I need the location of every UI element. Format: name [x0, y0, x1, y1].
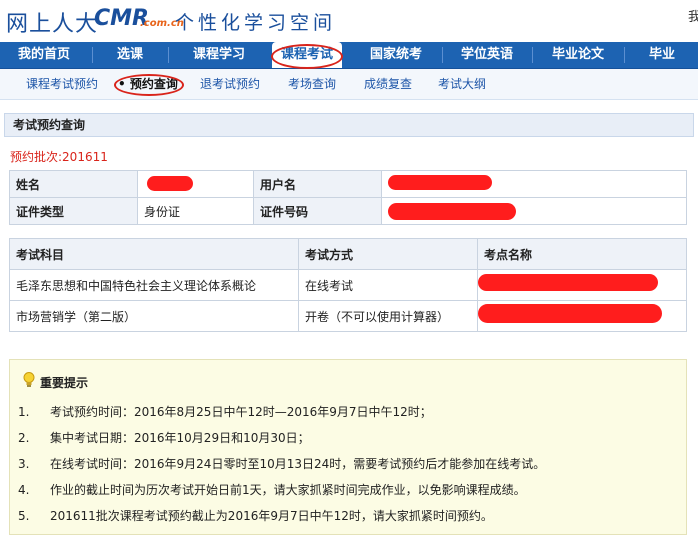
subnav-exam-booking[interactable]: 课程考试预约 — [26, 69, 98, 99]
nav-separator — [168, 47, 169, 63]
nav-item-national-exam[interactable]: 国家统考 — [356, 42, 436, 68]
exam-method: 在线考试 — [298, 269, 478, 301]
sub-nav: 课程考试预约 • 预约查询 退考试预约 考场查询 成绩复查 考试大纲 — [0, 69, 698, 100]
subnav-score-review[interactable]: 成绩复查 — [364, 69, 412, 99]
notice-item-number: 5. — [18, 509, 30, 523]
subnav-exam-room-query[interactable]: 考场查询 — [288, 69, 336, 99]
section-header: 考试预约查询 — [4, 113, 694, 137]
section-title: 考试预约查询 — [13, 118, 86, 132]
logo-slogan: 个性化学习空间 — [175, 12, 337, 34]
notice-item-text: 在线考试时间：2016年9月24日零时至10月13日24时，需要考试预约后才能参… — [50, 457, 546, 471]
subnav-cancel-booking[interactable]: 退考试预约 — [200, 69, 260, 99]
notice-item-text: 作业的截止时间为历次考试开始日前1天，请大家抓紧时间完成作业，以免影响课程成绩。 — [50, 483, 526, 497]
id-number-label: 证件号码 — [253, 197, 382, 225]
name-label: 姓名 — [9, 170, 138, 198]
notice-item-text: 201611批次课程考试预约截止为2016年9月7日中午12时，请大家抓紧时间预… — [50, 509, 493, 523]
redaction-mark — [388, 203, 516, 220]
col-method: 考试方式 — [298, 238, 478, 270]
notice-item-number: 1. — [18, 405, 30, 419]
nav-item-graduation[interactable]: 毕业 — [632, 42, 692, 68]
nav-separator — [442, 47, 443, 63]
notice-item: 5. 201611批次课程考试预约截止为2016年9月7日中午12时，请大家抓紧时… — [18, 507, 493, 524]
notice-item-number: 2. — [18, 431, 30, 445]
redaction-mark — [478, 274, 658, 291]
header-user-link[interactable]: 我 — [688, 6, 698, 25]
table-header-row: 考试科目 考试方式 考点名称 — [9, 238, 687, 270]
notice-item-number: 4. — [18, 483, 30, 497]
notice-item-text: 考试预约时间：2016年8月25日中午12时—2016年9月7日中午12时； — [50, 405, 432, 419]
notice-item: 1. 考试预约时间：2016年8月25日中午12时—2016年9月7日中午12时； — [18, 403, 432, 420]
exam-subject: 毛泽东思想和中国特色社会主义理论体系概论 — [9, 269, 299, 301]
site-header: 网上人大 CMR .com.cn 个性化学习空间 我 — [0, 0, 698, 42]
nav-item-course-select[interactable]: 选课 — [102, 42, 158, 68]
notice-title: 重要提示 — [40, 376, 89, 390]
highlight-circle — [271, 44, 343, 69]
nav-separator — [532, 47, 533, 63]
table-row: 姓名 用户名 — [9, 170, 687, 198]
exam-subject: 市场营销学（第二版） — [9, 300, 299, 332]
col-subject: 考试科目 — [9, 238, 299, 270]
notice-item: 2. 集中考试日期：2016年10月29日和10月30日； — [18, 429, 310, 446]
notice-item: 3. 在线考试时间：2016年9月24日零时至10月13日24时，需要考试预约后才… — [18, 455, 545, 472]
username-label: 用户名 — [253, 170, 382, 198]
redaction-mark — [478, 304, 662, 323]
id-type-label: 证件类型 — [9, 197, 138, 225]
nav-item-home[interactable]: 我的首页 — [6, 42, 82, 68]
nav-item-course-study[interactable]: 课程学习 — [178, 42, 260, 68]
subnav-exam-syllabus[interactable]: 考试大纲 — [438, 69, 486, 99]
main-nav: 我的首页 选课 课程学习 课程考试 国家统考 学位英语 毕业论文 毕业 — [0, 42, 698, 69]
lightbulb-icon — [23, 372, 35, 387]
highlight-circle — [114, 74, 184, 96]
col-site: 考点名称 — [477, 238, 687, 270]
nav-separator — [624, 47, 625, 63]
notice-item-text: 集中考试日期：2016年10月29日和10月30日； — [50, 431, 310, 445]
logo-text: 网上人大 — [6, 12, 99, 37]
id-type-value: 身份证 — [137, 197, 254, 225]
notice-item-number: 3. — [18, 457, 30, 471]
batch-label: 预约批次:201611 — [10, 150, 108, 164]
redaction-mark — [147, 176, 193, 191]
nav-separator — [92, 47, 93, 63]
nav-item-degree-english[interactable]: 学位英语 — [448, 42, 526, 68]
nav-item-thesis[interactable]: 毕业论文 — [536, 42, 620, 68]
table-row: 证件类型 身份证 证件号码 — [9, 197, 687, 225]
notice-item: 4. 作业的截止时间为历次考试开始日前1天，请大家抓紧时间完成作业，以免影响课程成… — [18, 481, 526, 498]
redaction-mark — [388, 175, 492, 190]
exam-method: 开卷（不可以使用计算器） — [298, 300, 478, 332]
notice-box: 重要提示 1. 考试预约时间：2016年8月25日中午12时—2016年9月7日中… — [9, 359, 687, 535]
student-info-table: 姓名 用户名 证件类型 身份证 证件号码 — [9, 170, 687, 225]
